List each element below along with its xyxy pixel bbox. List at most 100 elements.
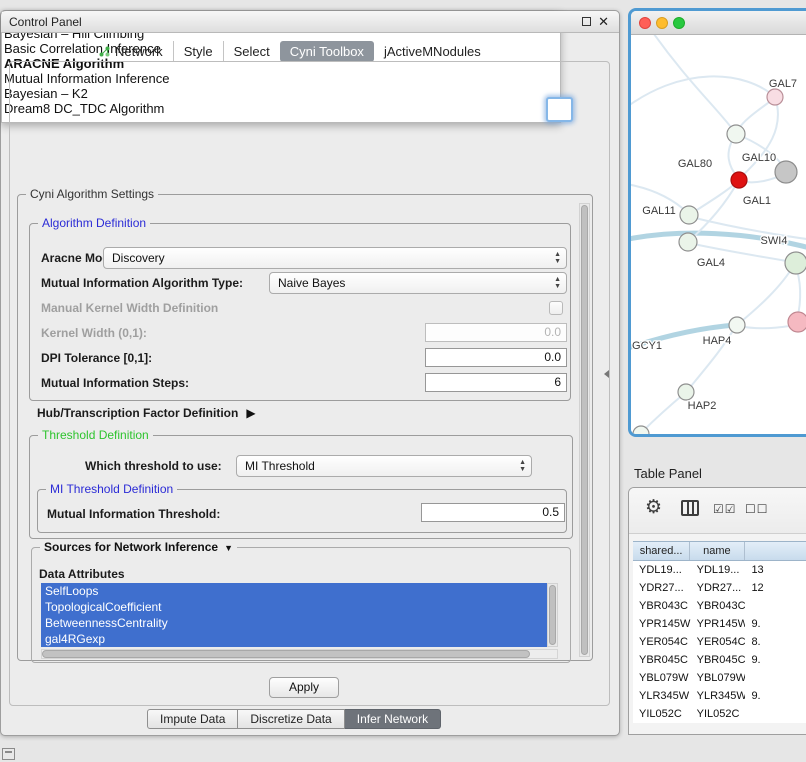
tab-label: Network: [115, 41, 163, 62]
tab-cyni-toolbox[interactable]: Cyni Toolbox: [280, 41, 374, 62]
mi-threshold-field[interactable]: 0.5: [421, 503, 565, 522]
kernel-width-field[interactable]: 0.0: [425, 323, 567, 342]
table-cell: YER054C: [633, 633, 691, 651]
tab-impute-data[interactable]: Impute Data: [147, 709, 238, 729]
tab-select[interactable]: Select: [223, 41, 280, 62]
data-attributes-label: Data Attributes: [39, 567, 125, 581]
table-cell: 8.: [745, 633, 806, 651]
attributes-vertical-scrollbar[interactable]: [547, 583, 558, 647]
network-view-window[interactable]: GAL7GAL80GAL10GAL1GAL11SWI4GAL4HAP4GCY1H…: [628, 8, 806, 437]
graph-node[interactable]: [678, 384, 694, 400]
graph-node[interactable]: [767, 89, 783, 105]
group-title: Threshold Definition: [38, 428, 153, 442]
graph-node-label: GAL10: [742, 152, 776, 164]
restore-panel-icon[interactable]: [2, 748, 15, 760]
graph-node-label: SWI4: [761, 235, 788, 247]
table-row[interactable]: YBL079WYBL079W: [633, 669, 806, 687]
table-row[interactable]: YLR345WYLR345W9.: [633, 687, 806, 705]
tab-infer-network[interactable]: Infer Network: [345, 709, 441, 729]
graph-node[interactable]: [679, 233, 697, 251]
graph-node-label: GAL1: [743, 195, 771, 207]
graph-node-label: GAL80: [678, 158, 712, 170]
table-cell: YDL19...: [691, 561, 746, 579]
close-traffic-light-icon[interactable]: [639, 17, 651, 29]
mi-steps-field[interactable]: 6: [425, 373, 567, 392]
scrollbar-thumb[interactable]: [549, 585, 556, 645]
graph-node[interactable]: [680, 206, 698, 224]
graph-node[interactable]: [729, 317, 745, 333]
attribute-item[interactable]: BetweennessCentrality: [41, 615, 547, 631]
tab-style[interactable]: Style: [173, 41, 223, 62]
control-panel-tabs: Network Style Select Cyni Toolbox jActiv…: [89, 41, 491, 62]
table-cell: YDR27...: [633, 579, 691, 597]
minimize-traffic-light-icon[interactable]: [656, 17, 668, 29]
attribute-item[interactable]: gal4RGexp: [41, 631, 547, 647]
table-header-row: shared...name: [633, 541, 806, 561]
table-row[interactable]: YDR27...YDR27...12: [633, 579, 806, 597]
mi-type-label: Mutual Information Algorithm Type:: [41, 276, 243, 290]
table-cell: YBR043C: [633, 597, 691, 615]
combo-arrows-icon: [519, 459, 526, 473]
which-threshold-select[interactable]: MI Threshold: [236, 455, 532, 477]
columns-icon[interactable]: [681, 500, 699, 516]
settings-vertical-scrollbar[interactable]: [579, 203, 590, 657]
mi-type-select[interactable]: Naive Bayes: [269, 272, 567, 294]
split-pane-collapse-icon[interactable]: [604, 370, 609, 378]
table-row[interactable]: YBR043CYBR043C: [633, 597, 806, 615]
table-row[interactable]: YIL052CYIL052C: [633, 705, 806, 723]
table-cell: YDR27...: [691, 579, 746, 597]
network-canvas[interactable]: GAL7GAL80GAL10GAL1GAL11SWI4GAL4HAP4GCY1H…: [631, 35, 806, 434]
graph-node[interactable]: [785, 252, 806, 274]
attribute-item[interactable]: TopologicalCoefficient: [41, 599, 547, 615]
table-row[interactable]: YPR145WYPR145W9.: [633, 615, 806, 633]
close-icon[interactable]: [598, 14, 609, 30]
table-panel-title: Table Panel: [634, 466, 702, 481]
attributes-horizontal-scrollbar[interactable]: [41, 649, 558, 659]
graph-node[interactable]: [788, 312, 806, 332]
column-header[interactable]: [745, 542, 806, 560]
table-cell: YPR145W: [691, 615, 746, 633]
dpi-tolerance-field[interactable]: 0.0: [425, 348, 567, 367]
column-header[interactable]: name: [690, 542, 744, 560]
clear-all-checkboxes-icon[interactable]: [745, 502, 769, 516]
table-panel-window: shared...name YDL19...YDL19...13YDR27...…: [628, 487, 806, 735]
mi-steps-label: Mutual Information Steps:: [41, 376, 189, 390]
select-all-checkboxes-icon[interactable]: [713, 502, 737, 516]
sources-expander[interactable]: Sources for Network Inference: [40, 540, 237, 554]
control-panel-titlebar[interactable]: Control Panel: [1, 11, 619, 33]
zoom-traffic-light-icon[interactable]: [673, 17, 685, 29]
table-row[interactable]: YER054CYER054C8.: [633, 633, 806, 651]
group-title: Algorithm Definition: [38, 216, 150, 230]
scrollbar-thumb[interactable]: [581, 205, 588, 655]
network-window-titlebar[interactable]: [631, 11, 806, 35]
graph-node[interactable]: [731, 172, 747, 188]
tab-network[interactable]: Network: [89, 41, 173, 62]
focused-spinner-field[interactable]: [546, 97, 573, 122]
node-table: shared...name YDL19...YDL19...13YDR27...…: [633, 541, 806, 723]
graph-node[interactable]: [727, 125, 745, 143]
attribute-item[interactable]: SelfLoops: [41, 583, 547, 599]
graph-node-label: GAL7: [769, 78, 797, 90]
scrollbar-thumb[interactable]: [42, 650, 530, 658]
tab-discretize-data[interactable]: Discretize Data: [238, 709, 344, 729]
table-cell: YBL079W: [633, 669, 691, 687]
tab-label: Cyni Toolbox: [290, 41, 364, 62]
table-row[interactable]: YBR045CYBR045C9.: [633, 651, 806, 669]
graph-edge: [649, 35, 734, 131]
desktop: Control Panel Network Style Select Cyni …: [0, 0, 806, 762]
float-window-icon[interactable]: [582, 17, 591, 26]
aracne-mode-select[interactable]: Discovery: [103, 247, 567, 269]
graph-node[interactable]: [775, 161, 797, 183]
gear-icon[interactable]: [645, 496, 662, 519]
tab-label: jActiveMNodules: [384, 41, 481, 62]
data-attributes-list[interactable]: SelfLoopsTopologicalCoefficientBetweenne…: [41, 583, 547, 647]
manual-kernel-checkbox[interactable]: [549, 301, 563, 315]
cyni-mode-tabs: Impute Data Discretize Data Infer Networ…: [147, 709, 441, 729]
hub-transcription-expander[interactable]: Hub/Transcription Factor Definition: [37, 406, 256, 420]
apply-button[interactable]: Apply: [269, 677, 339, 698]
tab-jactivemodules[interactable]: jActiveMNodules: [374, 41, 491, 62]
table-body: YDL19...YDL19...13YDR27...YDR27...12YBR0…: [633, 561, 806, 723]
table-cell: 9.: [745, 651, 806, 669]
column-header[interactable]: shared...: [633, 542, 690, 560]
table-row[interactable]: YDL19...YDL19...13: [633, 561, 806, 579]
